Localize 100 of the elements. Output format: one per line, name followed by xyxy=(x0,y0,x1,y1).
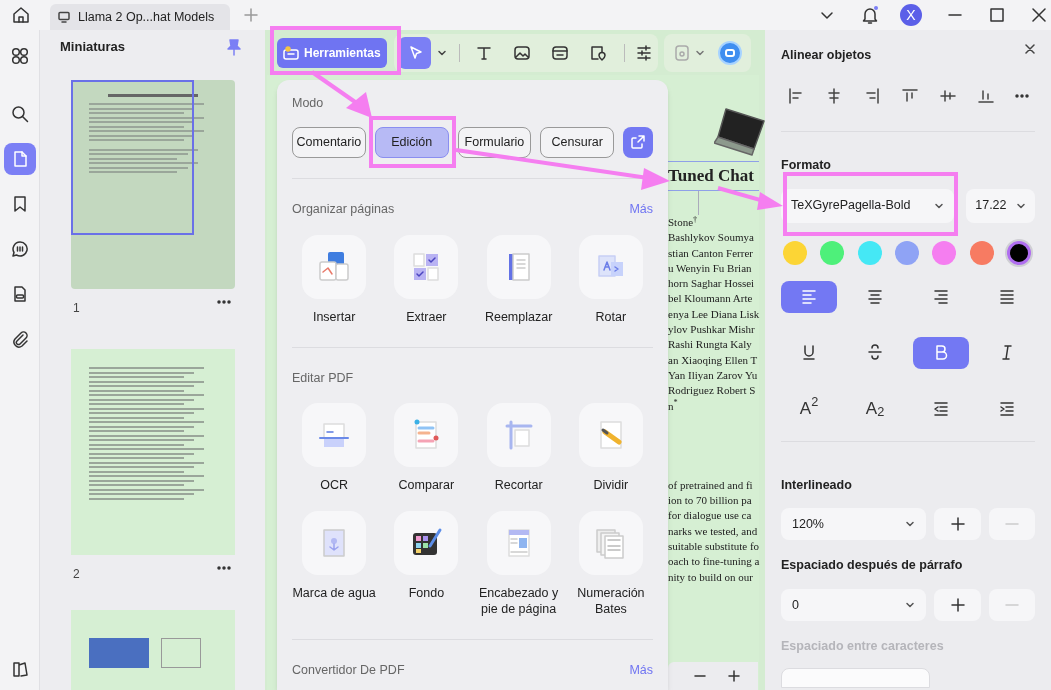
user-avatar[interactable]: X xyxy=(900,4,922,26)
abstract-line: narks we tested, and xyxy=(668,523,759,539)
panel-title: Miniaturas xyxy=(60,37,125,56)
increase-indent-icon[interactable] xyxy=(998,399,1016,418)
monitor-icon xyxy=(58,11,70,23)
decrease-indent-icon[interactable] xyxy=(932,399,950,418)
tool-label: OCR xyxy=(319,477,349,494)
grid-icon xyxy=(10,47,29,65)
author-line: bel Kloumann Arte xyxy=(668,291,754,307)
color-swatch[interactable] xyxy=(783,240,807,265)
tool-tile[interactable] xyxy=(394,511,459,576)
pin-icon[interactable] xyxy=(227,37,241,56)
tool-tile[interactable] xyxy=(578,234,643,299)
plus-icon xyxy=(950,598,965,612)
home-icon[interactable] xyxy=(12,6,30,24)
font-dropdown[interactable]: TeXGyrePagella-Bold xyxy=(781,188,955,223)
tool-label: Rotar xyxy=(594,308,628,325)
tool-label: Reemplazar xyxy=(483,308,554,325)
abstract-line: ion to 70 billion pa xyxy=(668,493,753,509)
tool-tile[interactable] xyxy=(486,403,551,468)
section-title: Convertidor De PDF xyxy=(292,662,405,680)
color-swatch[interactable] xyxy=(932,240,957,265)
tool-label: Fondo xyxy=(407,585,446,602)
tool-tile[interactable] xyxy=(394,403,459,468)
tool-label: Insertar xyxy=(311,308,357,325)
tool-label: Extraer xyxy=(405,308,448,325)
annotation-arrow xyxy=(717,186,783,210)
author-line: Rashi Rungta Kaly xyxy=(668,337,753,353)
sliders-icon[interactable] xyxy=(634,43,653,62)
zoom-in-icon[interactable] xyxy=(728,670,740,682)
page-number: 1 xyxy=(73,300,80,317)
tool-tile[interactable] xyxy=(578,403,643,468)
page-thumbnail[interactable] xyxy=(71,80,235,289)
author-line: n$^{*}$ xyxy=(668,398,679,414)
maximize-icon[interactable] xyxy=(990,8,1004,22)
author-line: Bashlykov Soumya xyxy=(668,230,755,246)
color-swatch[interactable] xyxy=(820,240,845,265)
section-title: Interlineado xyxy=(781,476,853,494)
mode-button[interactable]: Comentario xyxy=(292,126,366,158)
font-size-dropdown[interactable]: 17.22 xyxy=(966,188,1035,223)
mode-button[interactable]: Formulario xyxy=(457,126,532,158)
color-swatch[interactable] xyxy=(969,240,994,265)
author-line: an Xiaoqing Ellen T xyxy=(668,352,759,368)
more-icon[interactable] xyxy=(217,299,231,305)
tools-button[interactable]: Herramientas xyxy=(277,37,387,68)
author-line: stian Canton Ferrer xyxy=(668,245,754,261)
chevron-down-icon xyxy=(905,600,915,610)
panel-icon[interactable] xyxy=(10,660,29,678)
tool-label: Marca de agua xyxy=(292,585,377,602)
abstract-line: for dialogue use ca xyxy=(668,508,753,524)
tool-label: Comparar xyxy=(397,477,456,494)
location-icon xyxy=(588,43,607,62)
more-icon[interactable] xyxy=(1015,92,1029,99)
minus-icon xyxy=(1005,523,1020,526)
comment-icon xyxy=(10,240,29,258)
tool-label: Encabezado y pie de página xyxy=(478,585,560,618)
tool-tile[interactable] xyxy=(302,511,367,576)
increase-button[interactable] xyxy=(934,589,982,621)
tool-tile[interactable] xyxy=(302,403,367,468)
tool-label: Numeración Bates xyxy=(576,585,646,618)
open-external-button[interactable] xyxy=(623,126,654,158)
tool-tile[interactable] xyxy=(486,511,551,576)
close-icon[interactable] xyxy=(1025,44,1035,54)
author-line: Rodriguez Robert S xyxy=(668,383,757,399)
spacing-dropdown[interactable]: 120% xyxy=(781,508,926,541)
more-icon[interactable] xyxy=(217,565,231,571)
bold-button[interactable] xyxy=(913,336,969,369)
page-thumbnail[interactable] xyxy=(71,610,235,690)
align-top-icon[interactable] xyxy=(901,86,919,105)
align-center-icon[interactable] xyxy=(825,86,843,105)
section-title: Espaciado después de párrafo xyxy=(781,557,964,575)
author-line: u Wenyin Fu Brian xyxy=(668,260,753,276)
superscript-button[interactable]: A$^{2}$ xyxy=(781,392,837,425)
align-text-left-button[interactable] xyxy=(781,280,837,313)
spacing-dropdown[interactable]: 0 xyxy=(781,589,926,621)
subscript-button[interactable]: A$_{2}$ xyxy=(847,392,903,425)
mode-button[interactable]: Censurar xyxy=(540,126,615,158)
external-link-icon xyxy=(630,134,647,151)
document-tab[interactable]: Llama 2 Op...hat Models xyxy=(50,4,230,30)
page-tab[interactable] xyxy=(3,143,36,175)
color-swatch[interactable] xyxy=(895,240,919,265)
tool-tile[interactable] xyxy=(394,234,459,299)
assistant-icon[interactable] xyxy=(717,40,742,65)
align-right-icon[interactable] xyxy=(863,86,881,105)
abstract-line: of pretrained and fi xyxy=(668,477,754,493)
color-swatch[interactable] xyxy=(1006,240,1031,265)
tool-tile[interactable] xyxy=(486,234,551,299)
align-left-icon[interactable] xyxy=(787,86,805,105)
page-thumbnail[interactable] xyxy=(71,349,235,555)
mode-button[interactable]: Edición xyxy=(374,126,449,158)
tool-label: Recortar xyxy=(493,477,544,494)
bell-icon[interactable] xyxy=(862,6,878,24)
author-line: Yan Iliyan Zarov Yu xyxy=(668,367,759,383)
abstract-line: nity to build on our xyxy=(668,569,754,585)
tool-tile[interactable] xyxy=(578,511,643,576)
author-line: horn Saghar Hossei xyxy=(668,276,756,292)
close-icon[interactable] xyxy=(1032,8,1046,22)
color-swatch[interactable] xyxy=(857,240,882,265)
tool-tile[interactable] xyxy=(302,234,367,299)
increase-button[interactable] xyxy=(934,508,982,541)
